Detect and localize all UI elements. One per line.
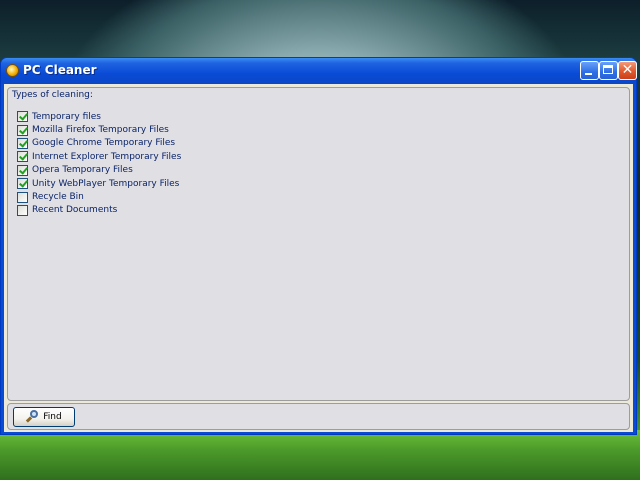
title-bar[interactable]: PC Cleaner ✕ xyxy=(1,58,637,84)
option-label: Recent Documents xyxy=(32,205,118,216)
window-client-area: Types of cleaning: Temporary files Mozil… xyxy=(4,84,633,432)
find-button[interactable]: Find xyxy=(13,407,75,427)
maximize-button[interactable] xyxy=(599,61,618,80)
checkbox[interactable] xyxy=(17,164,28,176)
wallpaper-grass xyxy=(0,430,640,480)
option-chrome-temp[interactable]: Google Chrome Temporary Files xyxy=(17,137,181,150)
minimize-button[interactable] xyxy=(580,61,599,80)
checkbox[interactable] xyxy=(17,151,28,163)
option-firefox-temp[interactable]: Mozilla Firefox Temporary Files xyxy=(17,123,181,136)
checkbox[interactable] xyxy=(17,111,28,123)
checkbox[interactable] xyxy=(17,124,28,136)
cleaning-types-group: Types of cleaning: Temporary files Mozil… xyxy=(7,87,630,401)
action-panel: Find xyxy=(7,403,630,430)
option-unity-temp[interactable]: Unity WebPlayer Temporary Files xyxy=(17,177,181,190)
group-title: Types of cleaning: xyxy=(12,90,93,100)
option-recent-documents[interactable]: Recent Documents xyxy=(17,204,181,217)
window-border-right xyxy=(633,84,636,434)
magnifier-icon xyxy=(26,410,40,424)
option-label: Internet Explorer Temporary Files xyxy=(32,151,182,162)
find-button-label: Find xyxy=(43,412,62,422)
option-label: Google Chrome Temporary Files xyxy=(32,138,176,149)
close-icon: ✕ xyxy=(621,62,634,78)
option-recycle-bin[interactable]: Recycle Bin xyxy=(17,190,181,203)
option-ie-temp[interactable]: Internet Explorer Temporary Files xyxy=(17,150,181,163)
cleaning-options-list: Temporary files Mozilla Firefox Temporar… xyxy=(17,110,181,217)
maximize-icon xyxy=(603,65,613,74)
option-label: Unity WebPlayer Temporary Files xyxy=(32,178,180,189)
checkbox[interactable] xyxy=(17,178,28,190)
checkbox[interactable] xyxy=(17,204,28,216)
option-label: Mozilla Firefox Temporary Files xyxy=(32,125,169,136)
window-title: PC Cleaner xyxy=(23,63,97,77)
minimize-icon xyxy=(585,73,592,75)
option-temporary-files[interactable]: Temporary files xyxy=(17,110,181,123)
close-button[interactable]: ✕ xyxy=(618,61,637,80)
pc-cleaner-window: PC Cleaner ✕ Types of cleaning: Temporar… xyxy=(0,57,637,435)
pc-cleaner-app-icon[interactable] xyxy=(6,64,19,77)
option-label: Opera Temporary Files xyxy=(32,165,133,176)
option-opera-temp[interactable]: Opera Temporary Files xyxy=(17,164,181,177)
option-label: Recycle Bin xyxy=(32,192,84,203)
checkbox[interactable] xyxy=(17,137,28,149)
option-label: Temporary files xyxy=(32,111,101,122)
checkbox[interactable] xyxy=(17,191,28,203)
